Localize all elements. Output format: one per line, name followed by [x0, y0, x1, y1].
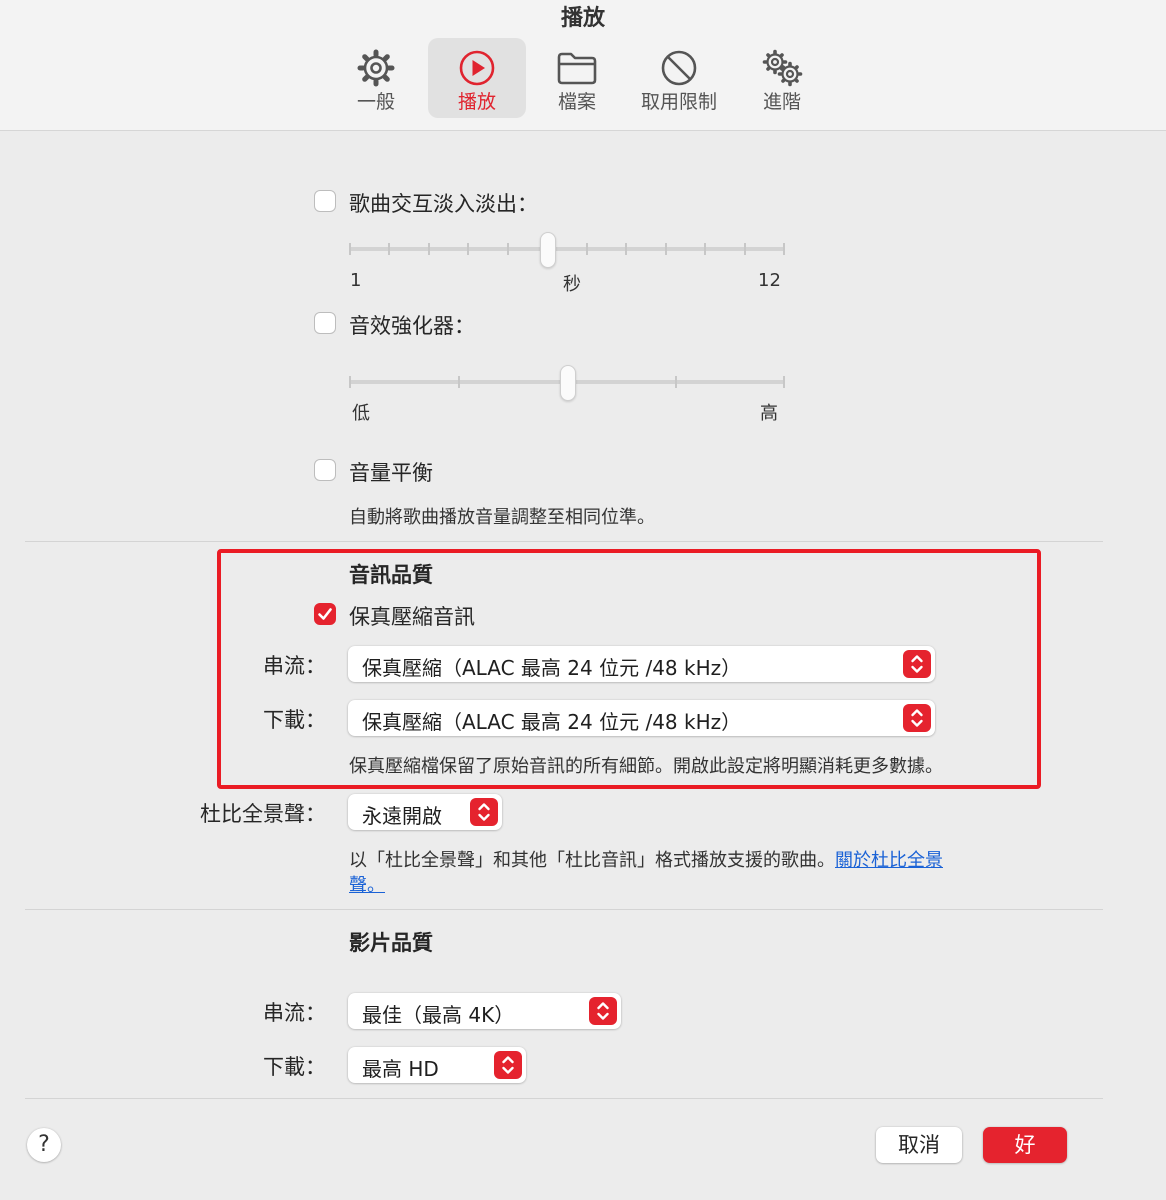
- slider-tick: [743, 243, 746, 255]
- slider-tick: [704, 243, 707, 255]
- window-title: 播放: [560, 6, 605, 31]
- section-divider: [25, 541, 1103, 542]
- slider-tick: [427, 243, 430, 255]
- section-divider: [25, 909, 1103, 910]
- popup-stepper: [470, 798, 498, 826]
- dolby-learn-more-link[interactable]: 關於杜比全景: [835, 850, 943, 871]
- tab-playback-label: 播放: [457, 91, 496, 113]
- slider-tick: [783, 243, 785, 255]
- dolby-value: 永遠開啟: [362, 804, 442, 828]
- slider-tick: [585, 243, 588, 255]
- slider-tick: [625, 243, 628, 255]
- tab-files[interactable]: 檔案: [528, 38, 626, 118]
- slider-tick: [664, 243, 667, 255]
- tab-restrictions-label: 取用限制: [640, 91, 717, 113]
- slider-tick: [349, 376, 351, 388]
- dolby-description: 以「杜比全景聲」和其他「杜比音訊」格式播放支援的歌曲。: [349, 850, 835, 871]
- crossfade-label: 歌曲交互淡入淡出：: [349, 192, 538, 216]
- chevron-up-down-icon: [478, 803, 490, 821]
- crossfade-max-label: 12: [758, 270, 781, 291]
- dolby-description-line2: 聲。: [349, 871, 385, 897]
- video-streaming-popup[interactable]: 最佳（最高 4K）: [348, 993, 621, 1029]
- slider-tick: [349, 243, 351, 255]
- tab-restrictions[interactable]: 取用限制: [630, 38, 728, 118]
- dolby-learn-more-link-cont[interactable]: 聲。: [349, 875, 385, 896]
- tab-advanced[interactable]: 進階: [733, 38, 831, 118]
- crossfade-unit-label: 秒: [563, 274, 581, 295]
- video-quality-title: 影片品質: [349, 931, 433, 955]
- cancel-button[interactable]: 取消: [876, 1127, 962, 1163]
- slider-tick: [457, 376, 460, 388]
- folder-icon: [557, 52, 597, 85]
- video-download-popup[interactable]: 最高 HD: [348, 1047, 526, 1083]
- sound-enhancer-max-label: 高: [760, 403, 778, 424]
- chevron-up-down-icon: [597, 1002, 609, 1020]
- video-download-label: 下載：: [263, 1055, 326, 1079]
- sound-enhancer-slider-knob[interactable]: [560, 365, 576, 401]
- tab-general-label: 一般: [356, 91, 395, 113]
- gears-icon: [762, 49, 803, 87]
- video-download-value: 最高 HD: [362, 1057, 439, 1081]
- chevron-up-down-icon: [502, 1056, 514, 1074]
- popup-stepper: [494, 1051, 522, 1079]
- crossfade-checkbox[interactable]: [314, 190, 336, 212]
- sound-check-checkbox[interactable]: [314, 459, 336, 481]
- help-button[interactable]: ?: [27, 1128, 61, 1162]
- slider-tick: [674, 376, 677, 388]
- prohibited-icon: [661, 50, 697, 86]
- sound-enhancer-min-label: 低: [352, 403, 370, 424]
- section-divider: [25, 1098, 1103, 1099]
- video-streaming-label: 串流：: [263, 1001, 326, 1025]
- slider-tick: [506, 243, 509, 255]
- tab-advanced-label: 進階: [762, 91, 801, 113]
- slider-tick: [467, 243, 470, 255]
- ok-button[interactable]: 好: [983, 1127, 1067, 1163]
- sound-check-description: 自動將歌曲播放音量調整至相同位準。: [349, 507, 655, 528]
- tab-playback[interactable]: 播放: [428, 38, 526, 118]
- popup-stepper: [589, 997, 617, 1025]
- gear-icon: [357, 49, 395, 87]
- crossfade-min-label: 1: [350, 270, 362, 291]
- tab-general[interactable]: 一般: [327, 38, 425, 118]
- play-circle-icon: [459, 50, 495, 86]
- sound-check-label: 音量平衡: [349, 461, 433, 485]
- dolby-popup[interactable]: 永遠開啟: [348, 794, 502, 830]
- sound-enhancer-checkbox[interactable]: [314, 312, 336, 334]
- slider-tick: [388, 243, 391, 255]
- highlight-box: [217, 549, 1041, 789]
- crossfade-slider[interactable]: [349, 247, 785, 251]
- slider-tick: [783, 376, 785, 388]
- dolby-description-line1: 以「杜比全景聲」和其他「杜比音訊」格式播放支援的歌曲。關於杜比全景: [349, 846, 943, 872]
- video-streaming-value: 最佳（最高 4K）: [362, 1003, 515, 1027]
- dolby-label: 杜比全景聲：: [200, 802, 326, 826]
- sound-enhancer-label: 音效強化器：: [349, 314, 475, 338]
- tab-files-label: 檔案: [557, 91, 596, 113]
- crossfade-slider-knob[interactable]: [540, 232, 557, 268]
